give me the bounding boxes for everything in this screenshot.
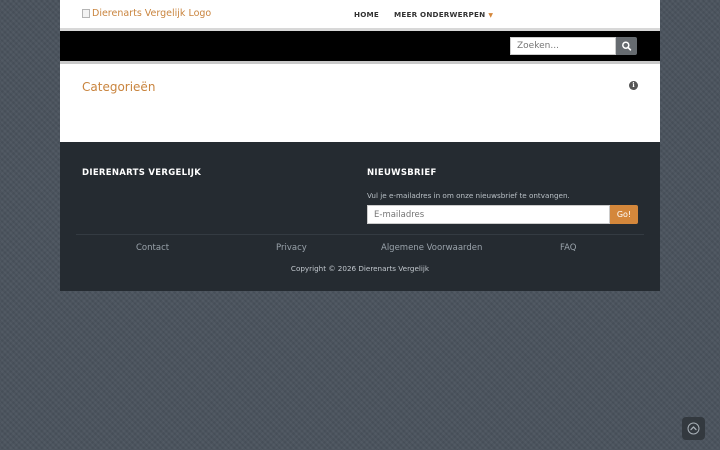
search-button[interactable]: [616, 37, 637, 55]
footer-link-faq[interactable]: FAQ: [560, 243, 576, 253]
newsletter-text: Vul je e-mailadres in om onze nieuwsbrie…: [367, 191, 570, 200]
search-input[interactable]: [510, 37, 616, 55]
nav-more-label: MEER ONDERWERPEN: [394, 10, 486, 19]
logo-alt-text: Dierenarts Vergelijk Logo: [92, 8, 212, 19]
info-icon[interactable]: i: [629, 81, 638, 90]
search-bar: [60, 31, 660, 61]
back-to-top-button[interactable]: [682, 417, 705, 440]
chevron-up-icon: [687, 422, 700, 435]
copyright-text: Copyright © 2026 Dierenarts Vergelijk: [290, 264, 430, 273]
page-container: Dierenarts Vergelijk Logo HOME MEER ONDE…: [60, 0, 660, 291]
caret-down-icon: ▼: [488, 12, 494, 19]
nav-more-topics[interactable]: MEER ONDERWERPEN ▼: [394, 10, 493, 19]
footer-link-terms[interactable]: Algemene Voorwaarden: [381, 243, 482, 253]
newsletter-heading: NIEUWSBRIEF: [367, 168, 437, 178]
main-content: Categorieën i: [60, 64, 660, 142]
footer-link-contact[interactable]: Contact: [136, 243, 169, 253]
page-title: Categorieën: [82, 80, 156, 94]
broken-image-icon: [82, 9, 90, 18]
nav-home-link[interactable]: HOME: [354, 10, 379, 19]
newsletter-email-input[interactable]: [367, 205, 610, 224]
site-logo[interactable]: Dierenarts Vergelijk Logo: [82, 8, 211, 19]
footer-divider: [76, 234, 644, 235]
footer-link-privacy[interactable]: Privacy: [276, 243, 307, 253]
newsletter-submit-button[interactable]: Go!: [610, 205, 638, 224]
footer: DIERENARTS VERGELIJK NIEUWSBRIEF Vul je …: [60, 142, 660, 291]
top-navbar: Dierenarts Vergelijk Logo HOME MEER ONDE…: [60, 0, 660, 28]
search-icon: [622, 41, 632, 51]
footer-brand: DIERENARTS VERGELIJK: [82, 168, 202, 178]
